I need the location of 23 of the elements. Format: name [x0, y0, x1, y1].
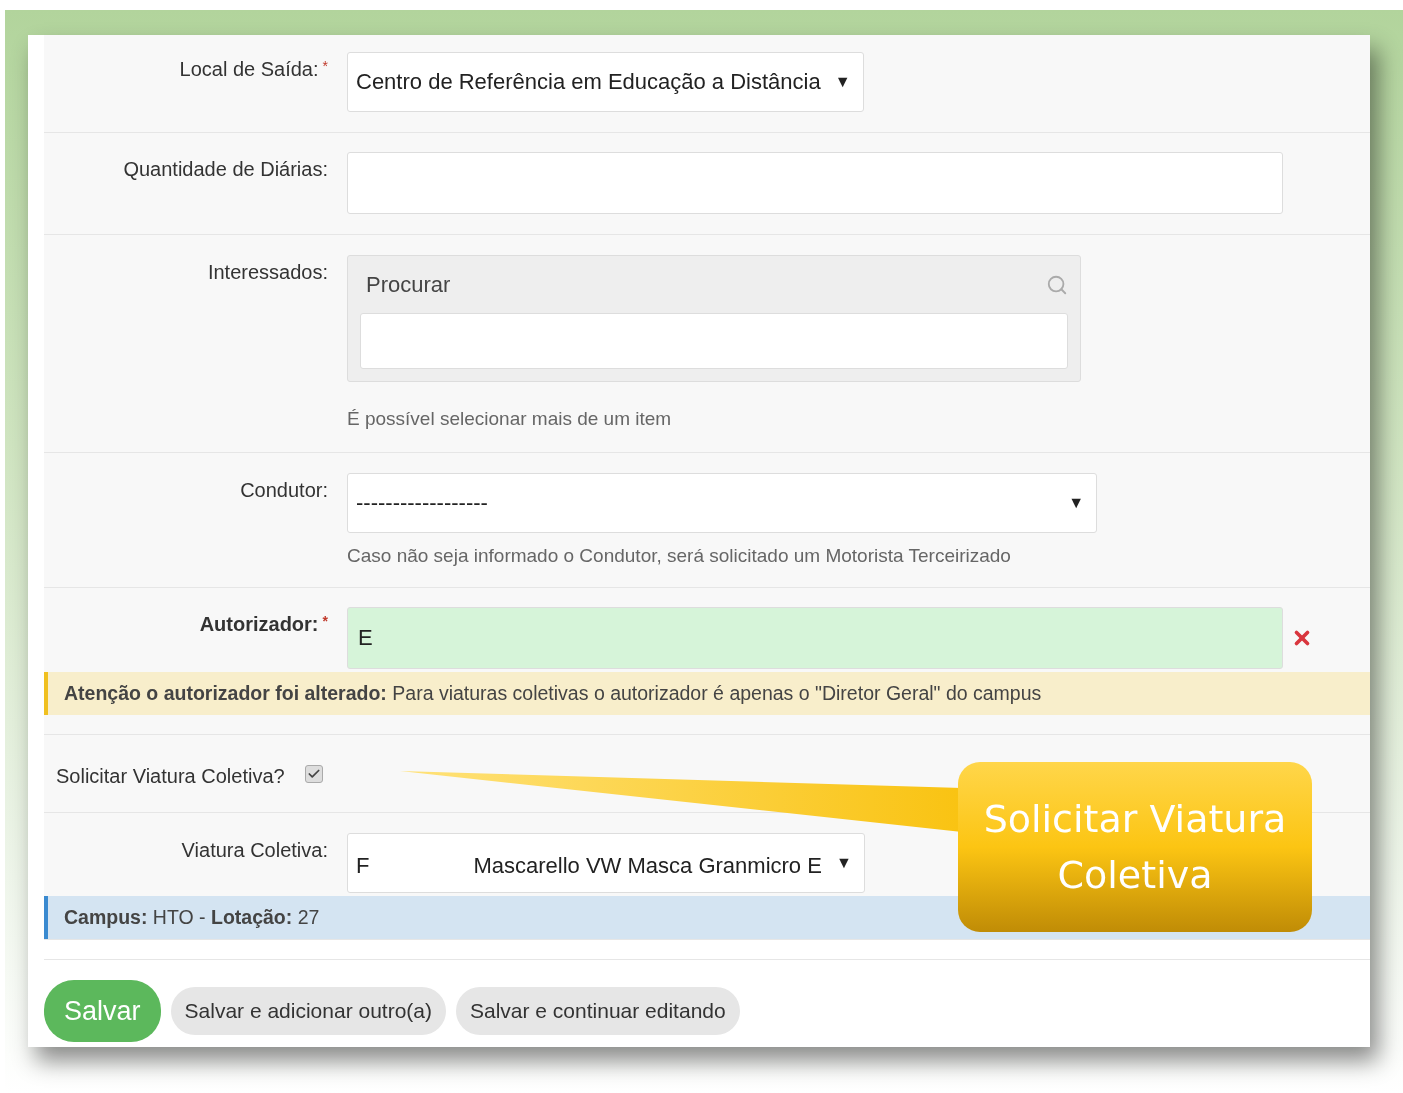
- selected-items-field[interactable]: [360, 312, 1068, 369]
- search-placeholder: Procurar: [366, 272, 451, 299]
- help-text: Caso não seja informado o Condutor, será solicitado um Motorista Terceirizado: [347, 545, 1011, 567]
- autocomplete-field[interactable]: E: [347, 607, 1283, 669]
- secondary-button[interactable]: Salvar e continuar editando: [456, 987, 740, 1035]
- field-label: Solicitar Viatura Coletiva?: [56, 765, 285, 788]
- select-field[interactable]: ------------------ ▼: [347, 473, 1097, 533]
- field-label: Local de Saída: *: [178, 58, 328, 82]
- field-label: Condutor:: [239, 479, 328, 503]
- field-label: Quantidade de Diárias:: [122, 158, 328, 182]
- field-label: Interessados:: [206, 261, 328, 285]
- text-field[interactable]: [347, 152, 1283, 214]
- field-label: Viatura Coletiva:: [180, 839, 328, 863]
- warning-message: Atenção o autorizador foi alterado: Para viaturas coletivas o autorizador é apenas o "Diretor Geral" do campus: [44, 672, 1370, 715]
- secondary-button[interactable]: Salvar e adicionar outro(a): [170, 987, 446, 1035]
- help-text: É possível selecionar mais de um item: [347, 408, 672, 430]
- select-field[interactable]: Centro de Referência em Educação a Distância ▼: [347, 52, 864, 112]
- select-field[interactable]: F Mascarello VW Masca Granmicro E ▼: [347, 833, 865, 893]
- field-label: Autorizador: *: [198, 613, 328, 637]
- callout-bubble: Solicitar Viatura Coletiva: [958, 762, 1312, 932]
- search-icon: [1046, 274, 1068, 297]
- checkbox[interactable]: [304, 764, 323, 783]
- multi-select-box[interactable]: Procurar: [347, 255, 1081, 382]
